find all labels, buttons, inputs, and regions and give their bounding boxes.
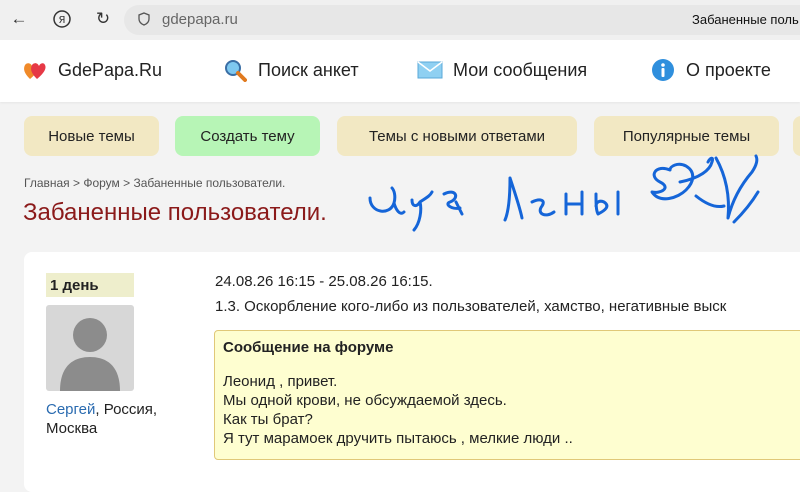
message-line: Леонид , привет.: [223, 373, 338, 390]
url-text: gdepapa.ru: [162, 11, 238, 28]
tab-more-clipped[interactable]: [793, 116, 800, 156]
yandex-icon[interactable]: Я: [51, 8, 73, 30]
author-info: Сергей, Россия, Москва: [46, 400, 196, 438]
ban-period: 24.08.26 16:15 - 25.08.26 16:15.: [215, 273, 433, 290]
quoted-forum-message: Сообщение на форуме Леонид , привет. Мы …: [214, 330, 800, 460]
nav-label: О проекте: [686, 59, 771, 80]
tab-topics-new-replies[interactable]: Темы с новыми ответами: [337, 116, 577, 156]
site-logo[interactable]: GdePapa.Ru: [22, 58, 162, 82]
reload-icon[interactable]: ↻: [92, 8, 114, 30]
nav-label: Поиск анкет: [258, 59, 359, 80]
nav-my-messages[interactable]: Мои сообщения: [417, 58, 587, 82]
tab-new-topics[interactable]: Новые темы: [24, 116, 159, 156]
tab-popular-topics[interactable]: Популярные темы: [594, 116, 779, 156]
handwritten-scribble: [368, 154, 760, 232]
info-icon: [650, 58, 676, 82]
back-arrow-icon[interactable]: ←: [8, 8, 30, 30]
user-silhouette-icon: [60, 318, 120, 391]
message-line: Как ты брат?: [223, 411, 313, 428]
message-line: Мы одной крови, не обсуждаемой здесь.: [223, 392, 507, 409]
message-line: Я тут марамоек дручить пытаюсь , мелкие …: [223, 430, 573, 447]
nav-label: Мои сообщения: [453, 59, 588, 80]
page-tab-title: Забаненные поль: [692, 12, 799, 27]
ban-duration-badge: 1 день: [46, 273, 134, 297]
browser-toolbar: ← Я ↻ gdepapa.ru Забаненные поль: [0, 0, 800, 40]
magnifier-icon: [222, 58, 248, 82]
address-bar[interactable]: gdepapa.ru Забаненные поль: [124, 5, 800, 35]
page-title: Забаненные пользователи.: [23, 199, 327, 226]
nav-search-profiles[interactable]: Поиск анкет: [222, 58, 359, 82]
author-name-link[interactable]: Сергей: [46, 401, 95, 418]
site-header: GdePapa.Ru Поиск анкет Мои сообщения О п…: [0, 40, 800, 102]
svg-text:Я: Я: [59, 15, 66, 26]
envelope-icon: [417, 58, 443, 82]
ban-reason: 1.3. Оскорбление кого-либо из пользовате…: [215, 298, 727, 315]
nav-about[interactable]: О проекте: [650, 58, 771, 82]
hearts-logo-icon: [22, 58, 48, 82]
message-heading: Сообщение на форуме: [223, 339, 394, 356]
tab-create-topic[interactable]: Создать тему: [175, 116, 320, 156]
site-name: GdePapa.Ru: [58, 59, 163, 80]
avatar[interactable]: [46, 305, 134, 391]
shield-icon: [138, 12, 150, 26]
breadcrumb[interactable]: Главная > Форум > Забаненные пользовател…: [24, 176, 285, 190]
